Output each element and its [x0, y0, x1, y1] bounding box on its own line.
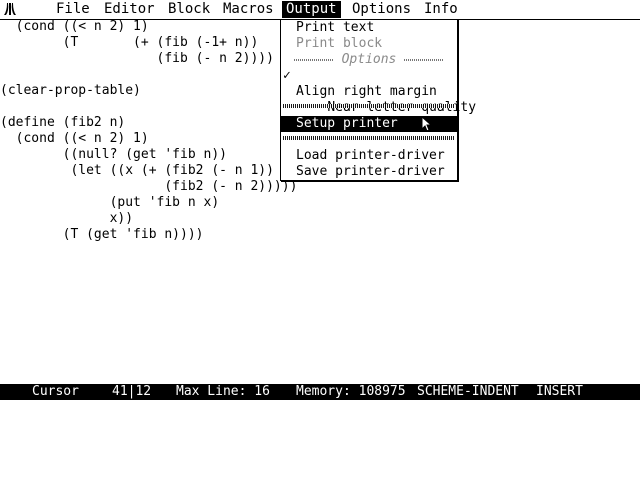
- max-line: Max Line: 16: [176, 384, 270, 399]
- code-line: (put 'fib n x): [0, 195, 220, 210]
- menu-block[interactable]: Block: [164, 1, 214, 18]
- mouse-pointer-icon: [421, 116, 433, 132]
- options-section-label: Options: [341, 52, 397, 67]
- code-line: (cond ((< n 2) 1): [0, 19, 149, 34]
- code-line: (fib2 (- n 2))))): [0, 179, 298, 194]
- menu-macros[interactable]: Macros: [219, 1, 278, 18]
- cursor-label: Cursor: [32, 384, 79, 399]
- menu-file[interactable]: File: [52, 1, 94, 18]
- code-line: (T (+ (fib (-1+ n)): [0, 35, 259, 50]
- menu-item-save-printer-driver[interactable]: Save printer-driver: [281, 164, 457, 180]
- insert-mode: INSERT: [536, 384, 583, 399]
- indent-mode: SCHEME-INDENT: [417, 384, 519, 399]
- menu-output[interactable]: Output: [282, 1, 341, 18]
- code-line: (clear-prop-table): [0, 83, 141, 98]
- menu-item-print-text[interactable]: Print text: [281, 20, 457, 36]
- code-line: ((null? (get 'fib n)): [0, 147, 227, 162]
- menu-item-align-right-margin[interactable]: Align right margin: [281, 84, 457, 100]
- atari-fuji-icon[interactable]: [3, 2, 17, 16]
- code-line: (fib (- n 2)))): [0, 51, 274, 66]
- cursor-position: 41|12: [112, 384, 152, 399]
- code-line: (let ((x (+ (fib2 (- n 1)): [0, 163, 274, 178]
- menu-item-near-letter-quality[interactable]: ✓ Near letter quality: [281, 68, 476, 115]
- menu-item-load-printer-driver[interactable]: Load printer-driver: [281, 148, 457, 164]
- menu-editor[interactable]: Editor: [100, 1, 159, 18]
- menu-bar: File Editor Block Macros Output Options …: [0, 0, 640, 20]
- menu-info[interactable]: Info: [420, 1, 462, 18]
- status-bar: Cursor 41|12 Max Line: 16 Memory: 108975…: [0, 384, 640, 400]
- memory-readout: Memory: 108975: [296, 384, 406, 399]
- code-line: (T (get 'fib n)))): [0, 227, 204, 242]
- menu-options[interactable]: Options: [348, 1, 415, 18]
- code-line: (define (fib2 n): [0, 115, 126, 130]
- checkmark-icon: ✓: [283, 68, 291, 83]
- code-line: x)): [0, 211, 134, 226]
- options-section-header: Options: [281, 52, 457, 68]
- output-menu-dropdown: Print text Print block Options ✓ Near le…: [280, 19, 476, 181]
- code-line: (cond ((< n 2) 1): [0, 131, 149, 146]
- menu-separator: [283, 104, 455, 108]
- menu-separator: [283, 136, 455, 140]
- menu-item-print-block: Print block: [296, 36, 383, 51]
